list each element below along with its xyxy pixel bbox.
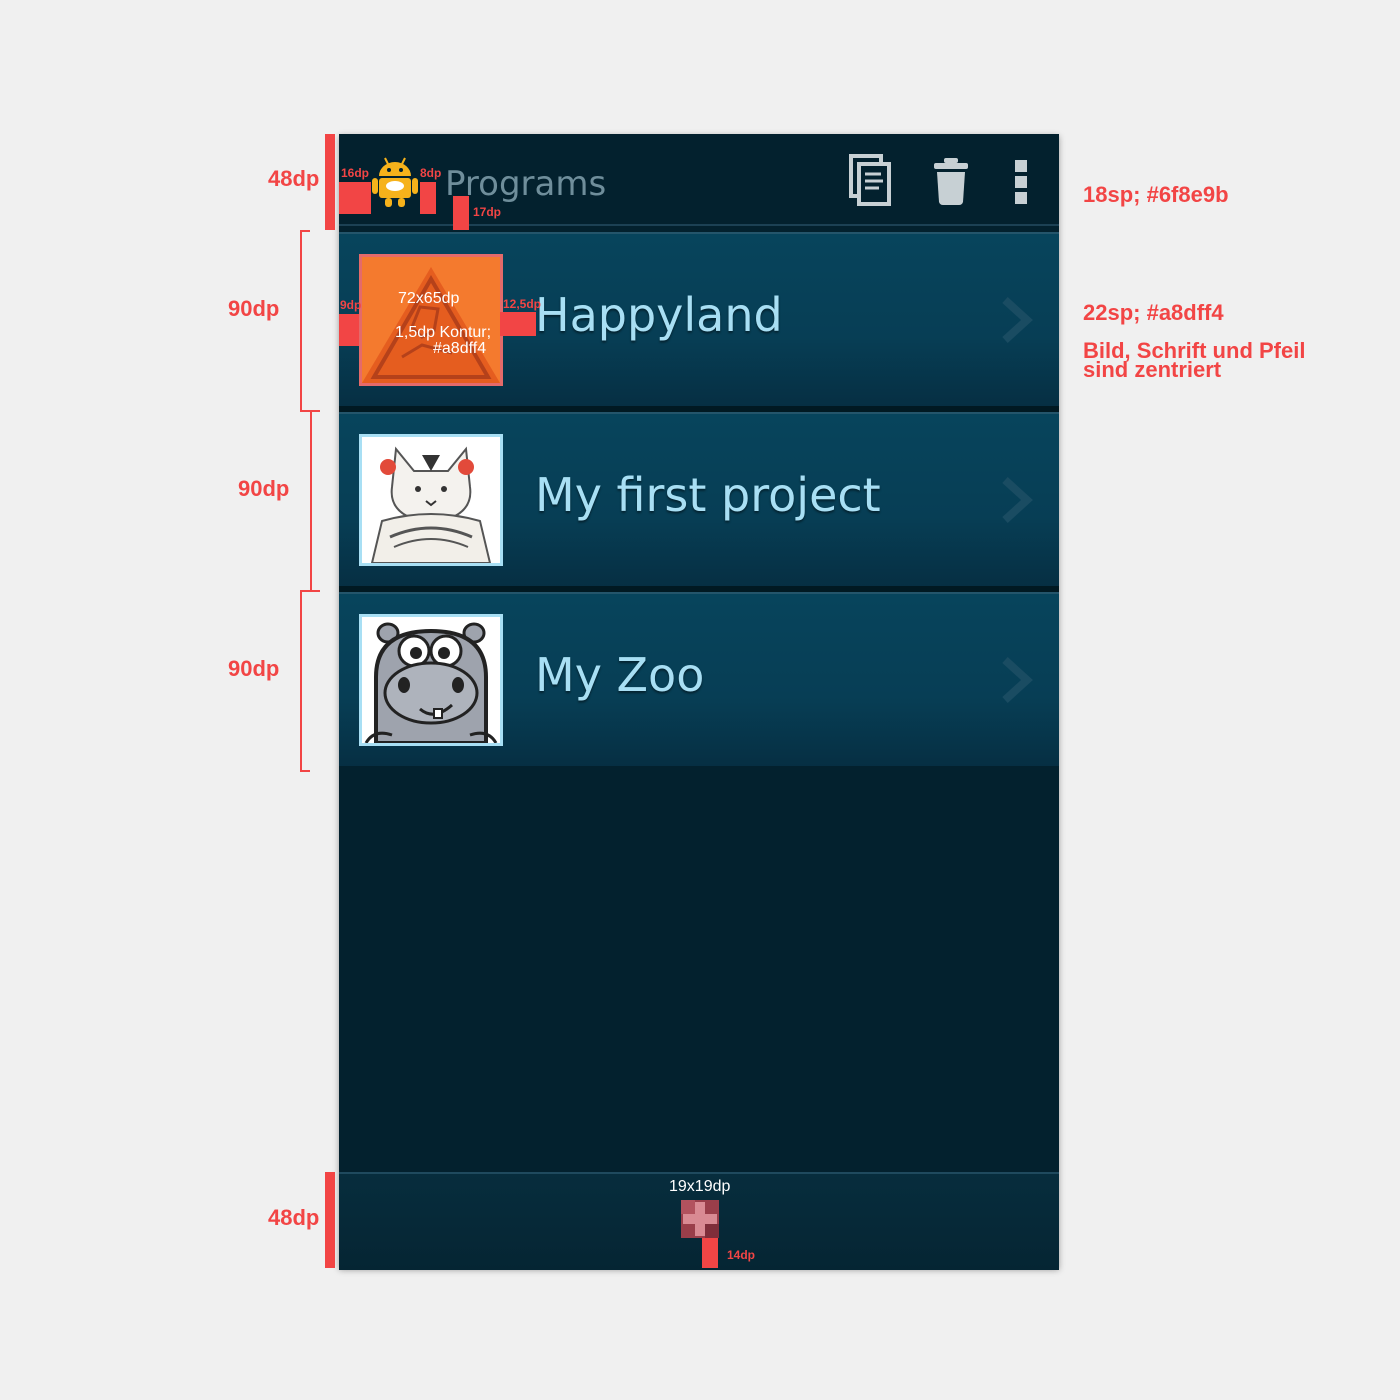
program-title: My Zoo	[535, 648, 705, 702]
copy-icon[interactable]	[847, 152, 895, 208]
spec-label: 12,5dp	[503, 297, 542, 311]
thumbnail-image	[359, 614, 503, 746]
chevron-right-icon[interactable]	[999, 656, 1033, 704]
chevron-right-icon[interactable]	[999, 476, 1033, 524]
list-item[interactable]: My first project	[339, 412, 1059, 586]
spec-label: 8dp	[420, 166, 442, 180]
spec-bar	[325, 134, 335, 230]
spec-bar	[453, 196, 469, 230]
spec-bracket	[300, 590, 310, 772]
thumbnail-image	[359, 254, 503, 386]
thumb-spec-label: 72x65dp	[398, 290, 460, 307]
spec-label: 18sp; #6f8e9b	[1083, 182, 1229, 207]
spec-note: sind zentriert	[1083, 357, 1222, 382]
thumbnail-image	[359, 434, 503, 566]
chevron-right-icon[interactable]	[999, 296, 1033, 344]
list-item[interactable]: Happyland	[339, 232, 1059, 406]
trash-icon[interactable]	[931, 152, 971, 208]
page-title: Programs	[445, 164, 607, 204]
android-app-icon[interactable]	[371, 154, 419, 208]
bottom-bar: 19x19dp	[339, 1172, 1059, 1270]
overflow-menu-icon[interactable]	[1009, 152, 1033, 208]
spec-bar	[500, 312, 536, 336]
spec-label: 48dp	[268, 1205, 320, 1230]
spec-label: 90dp	[228, 296, 280, 321]
spec-bracket	[300, 230, 310, 412]
spec-bracket	[310, 410, 320, 592]
spec-label: 9dp	[340, 298, 362, 312]
spec-label: 16dp	[341, 166, 370, 180]
spec-label: 22sp; #a8dff4	[1083, 300, 1224, 325]
program-title: Happyland	[535, 288, 783, 342]
spec-bar	[420, 182, 436, 214]
thumb-spec-label: #a8dff4	[433, 340, 487, 357]
add-icon[interactable]	[681, 1200, 719, 1238]
spec-label: 48dp	[268, 166, 320, 191]
add-size-label: 19x19dp	[669, 1178, 731, 1195]
spec-bar	[339, 182, 371, 214]
spec-bar	[339, 314, 359, 346]
spec-bar	[702, 1238, 718, 1268]
list-item[interactable]: My Zoo	[339, 592, 1059, 766]
spec-label: 90dp	[228, 656, 280, 681]
program-title: My first project	[535, 468, 881, 522]
spec-label: 17dp	[473, 205, 502, 219]
spec-label: 90dp	[238, 476, 290, 501]
spec-label: 14dp	[727, 1248, 756, 1262]
spec-bar	[325, 1172, 335, 1268]
action-bar: Programs	[339, 134, 1059, 226]
